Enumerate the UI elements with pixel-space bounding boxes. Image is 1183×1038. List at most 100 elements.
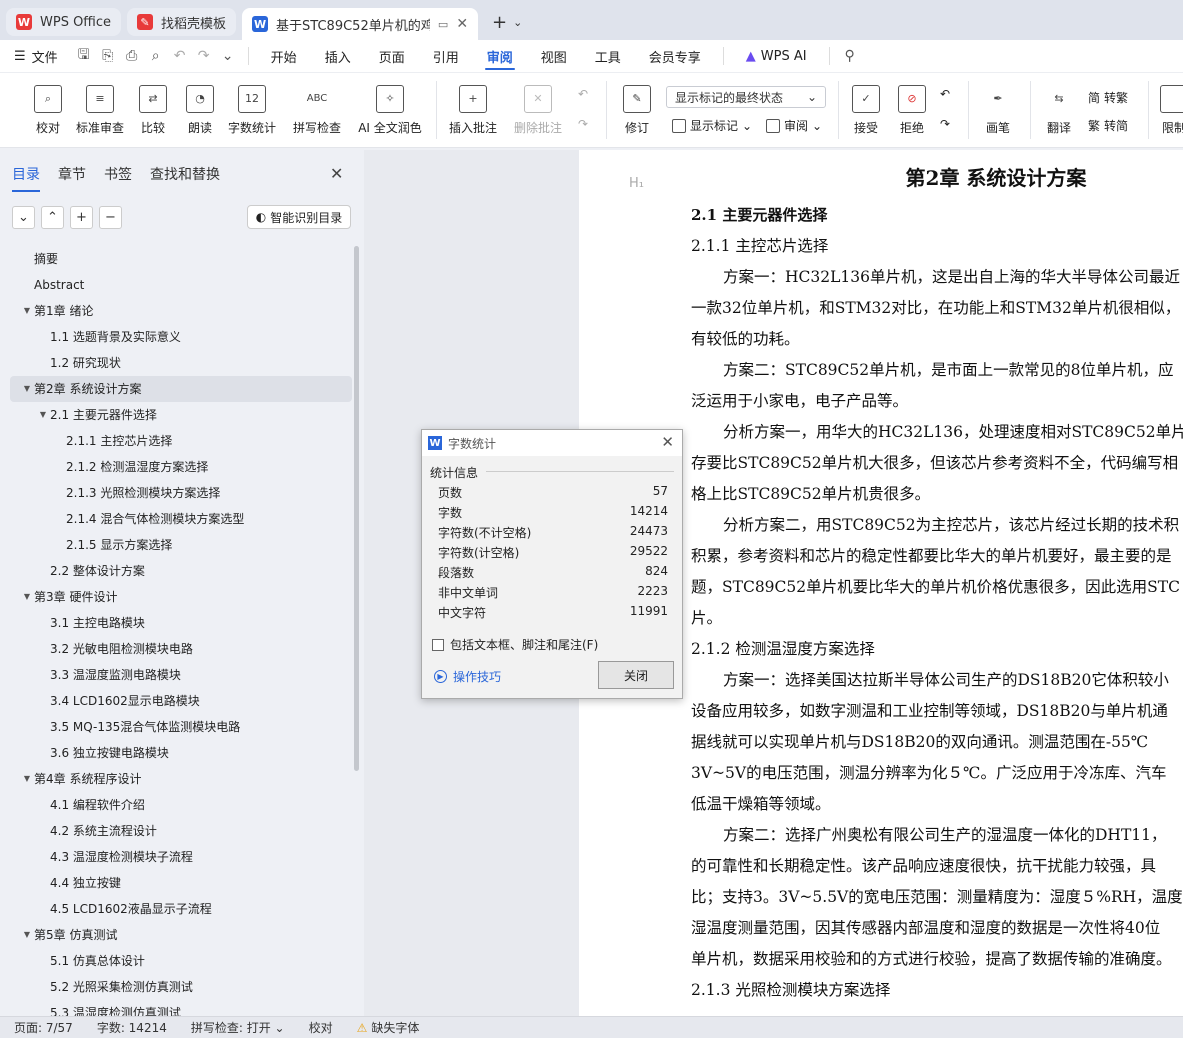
toc-item[interactable]: 3.6 独立按键电路模块: [10, 740, 352, 766]
spell-check-toggle[interactable]: 拼写检查: 打开 ⌄: [191, 1019, 297, 1036]
proofread-status[interactable]: 校对: [309, 1019, 345, 1036]
insert-comment-button[interactable]: + 插入批注: [446, 73, 500, 147]
include-textbox-checkbox[interactable]: 包括文本框、脚注和尾注(F): [432, 636, 598, 653]
redo-icon[interactable]: ↷: [192, 44, 216, 68]
close-icon[interactable]: ✕: [661, 433, 674, 451]
delete-comment-button[interactable]: ✕ 删除批注: [506, 73, 570, 147]
ai-polish-button[interactable]: ✧ AI 全文润色: [356, 73, 424, 147]
menu-view[interactable]: 视图: [527, 40, 581, 72]
toc-item[interactable]: 2.1.2 检测温湿度方案选择: [10, 454, 352, 480]
smart-toc-button[interactable]: ◐ 智能识别目录: [247, 205, 351, 229]
toc-item[interactable]: 4.5 LCD1602液晶显示子流程: [10, 896, 352, 922]
toc-item[interactable]: 4.4 独立按键: [10, 870, 352, 896]
toc-item[interactable]: 2.2 整体设计方案: [10, 558, 352, 584]
save-icon[interactable]: 🖫: [72, 44, 96, 68]
expand-arrow-icon[interactable]: ▼: [20, 298, 34, 324]
tab-docer[interactable]: ✎ 找稻壳模板: [127, 8, 237, 36]
read-aloud-button[interactable]: ◔ 朗读: [182, 73, 218, 147]
toc-item[interactable]: Abstract: [10, 272, 352, 298]
review-pane-button[interactable]: 审阅 ⌄: [766, 117, 822, 134]
print-icon[interactable]: ⎙: [120, 44, 144, 68]
spell-check-button[interactable]: ABC 拼写检查: [286, 73, 348, 147]
expand-arrow-icon[interactable]: ▼: [20, 376, 34, 402]
file-menu[interactable]: ☰ 文件: [14, 40, 72, 72]
to-simplified-button[interactable]: 简转繁: [1088, 89, 1128, 106]
track-changes-button[interactable]: ✎ 修订: [616, 73, 658, 147]
expand-arrow-icon[interactable]: ▼: [20, 922, 34, 948]
toc-scrollbar[interactable]: [354, 246, 359, 771]
more-chevron-icon[interactable]: ⌄: [216, 44, 240, 68]
word-count-button[interactable]: 12 字数统计: [226, 73, 278, 147]
toc-item[interactable]: ▼ 第2章 系统设计方案: [10, 376, 352, 402]
undo-icon[interactable]: ↶: [168, 44, 192, 68]
search-icon[interactable]: ⚲: [838, 44, 862, 68]
wps-ai-button[interactable]: ▲ WPS AI: [732, 40, 821, 72]
menu-tools[interactable]: 工具: [581, 40, 635, 72]
tab-wps-office[interactable]: W WPS Office: [6, 8, 122, 36]
toc-item[interactable]: 5.2 光照采集检测仿真测试: [10, 974, 352, 1000]
reject-button[interactable]: ⊘ 拒绝: [892, 73, 932, 147]
export-icon[interactable]: ⎘: [96, 44, 120, 68]
add-heading-icon[interactable]: +: [70, 206, 93, 229]
tab-toc[interactable]: 目录: [12, 164, 40, 192]
toc-item[interactable]: 3.5 MQ-135混合气体监测模块电路: [10, 714, 352, 740]
toc-item[interactable]: ▼ 第3章 硬件设计: [10, 584, 352, 610]
tab-chapters[interactable]: 章节: [58, 164, 86, 192]
next-comment-icon[interactable]: ↷: [578, 117, 588, 131]
toc-item[interactable]: 1.2 研究现状: [10, 350, 352, 376]
restrict-edit-button[interactable]: 限制: [1156, 73, 1183, 147]
menu-reference[interactable]: 引用: [419, 40, 473, 72]
toc-item[interactable]: 2.1.5 显示方案选择: [10, 532, 352, 558]
tab-find-replace[interactable]: 查找和替换: [150, 164, 220, 192]
markup-mode-select[interactable]: 显示标记的最终状态 ⌄: [666, 86, 826, 108]
screen-icon[interactable]: ▭: [438, 18, 448, 31]
next-change-icon[interactable]: ↷: [940, 117, 950, 131]
word-count-indicator[interactable]: 字数: 14214: [97, 1019, 179, 1036]
toc-item[interactable]: 4.2 系统主流程设计: [10, 818, 352, 844]
to-traditional-button[interactable]: 繁转简: [1088, 117, 1128, 134]
menu-home[interactable]: 开始: [257, 40, 311, 72]
expand-icon[interactable]: ⌄: [12, 206, 35, 229]
toc-item[interactable]: ▼ 2.1 主要元器件选择: [10, 402, 352, 428]
toc-item[interactable]: ▼ 第1章 绪论: [10, 298, 352, 324]
toc-item[interactable]: 3.4 LCD1602显示电路模块: [10, 688, 352, 714]
proofread-button[interactable]: ⌕ 校对: [28, 73, 68, 147]
menu-insert[interactable]: 插入: [311, 40, 365, 72]
accept-button[interactable]: ✓ 接受: [846, 73, 886, 147]
menu-page[interactable]: 页面: [365, 40, 419, 72]
toc-item[interactable]: 4.1 编程软件介绍: [10, 792, 352, 818]
prev-change-icon[interactable]: ↶: [940, 87, 950, 101]
toc-item[interactable]: 3.3 温湿度监测电路模块: [10, 662, 352, 688]
toc-item[interactable]: ▼ 第4章 系统程序设计: [10, 766, 352, 792]
toc-item[interactable]: 3.2 光敏电阻检测模块电路: [10, 636, 352, 662]
tab-bookmarks[interactable]: 书签: [104, 164, 132, 192]
expand-arrow-icon[interactable]: ▼: [20, 766, 34, 792]
menu-review[interactable]: 审阅: [473, 40, 527, 72]
document-body[interactable]: 第2章 系统设计方案 2.1 主要元器件选择 2.1.1 主控芯片选择 方案一：HC…: [691, 160, 1183, 1006]
toc-item[interactable]: 1.1 选题背景及实际意义: [10, 324, 352, 350]
remove-heading-icon[interactable]: −: [99, 206, 122, 229]
menu-member[interactable]: 会员专享: [635, 40, 715, 72]
close-tab-icon[interactable]: ✕: [456, 16, 468, 32]
toc-item[interactable]: 2.1.3 光照检测模块方案选择: [10, 480, 352, 506]
prev-comment-icon[interactable]: ↶: [578, 87, 588, 101]
close-button[interactable]: 关闭: [598, 661, 674, 689]
page-indicator[interactable]: 页面: 7/57: [14, 1019, 85, 1036]
toc-item[interactable]: 2.1.4 混合气体检测模块方案选型: [10, 506, 352, 532]
expand-arrow-icon[interactable]: ▼: [20, 584, 34, 610]
toc-item[interactable]: 4.3 温湿度检测模块子流程: [10, 844, 352, 870]
toc-item[interactable]: ▼ 第5章 仿真测试: [10, 922, 352, 948]
toc-item[interactable]: 2.1.1 主控芯片选择: [10, 428, 352, 454]
toc-item[interactable]: 5.1 仿真总体设计: [10, 948, 352, 974]
tab-document[interactable]: W 基于STC89C52单片机的鸡舍环 ▭ ✕: [242, 8, 479, 40]
toc-item[interactable]: 3.1 主控电路模块: [10, 610, 352, 636]
expand-arrow-icon[interactable]: ▼: [36, 402, 50, 428]
heading-marker-icon[interactable]: H₁: [629, 176, 644, 191]
collapse-icon[interactable]: ⌃: [41, 206, 64, 229]
compare-button[interactable]: ⇄ 比较: [132, 73, 174, 147]
standard-review-button[interactable]: ≡ 标准审查: [74, 73, 126, 147]
missing-font-status[interactable]: ⚠ 缺失字体: [357, 1019, 432, 1036]
print-preview-icon[interactable]: ⌕: [144, 44, 168, 68]
toc-item[interactable]: 摘要: [10, 246, 352, 272]
translate-button[interactable]: ⇆ 翻译: [1038, 73, 1080, 147]
